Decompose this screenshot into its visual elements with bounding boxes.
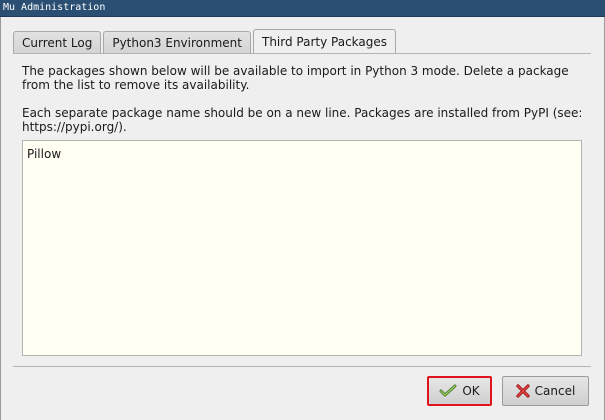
packages-description: The packages shown below will be availab… <box>22 64 569 92</box>
packages-text-area[interactable]: Pillow <box>22 140 582 356</box>
ok-label: OK <box>462 384 480 398</box>
tab-divider <box>13 53 591 54</box>
tab-bar: Current Log Python3 Environment Third Pa… <box>13 29 398 54</box>
ok-button[interactable]: OK <box>427 376 492 406</box>
tab-python3-environment[interactable]: Python3 Environment <box>103 31 251 54</box>
cancel-x-icon <box>516 384 530 398</box>
button-separator <box>13 366 591 367</box>
cancel-label: Cancel <box>534 384 576 398</box>
cancel-button[interactable]: Cancel <box>502 376 589 406</box>
tab-third-party-packages[interactable]: Third Party Packages <box>253 29 397 54</box>
packages-instructions: Each separate package name should be on … <box>22 106 583 134</box>
package-line: Pillow <box>27 147 62 161</box>
window-title: Mu Administration <box>3 2 106 13</box>
ok-check-icon <box>439 384 457 397</box>
tab-current-log[interactable]: Current Log <box>13 31 102 54</box>
title-bar: Mu Administration <box>0 0 605 17</box>
